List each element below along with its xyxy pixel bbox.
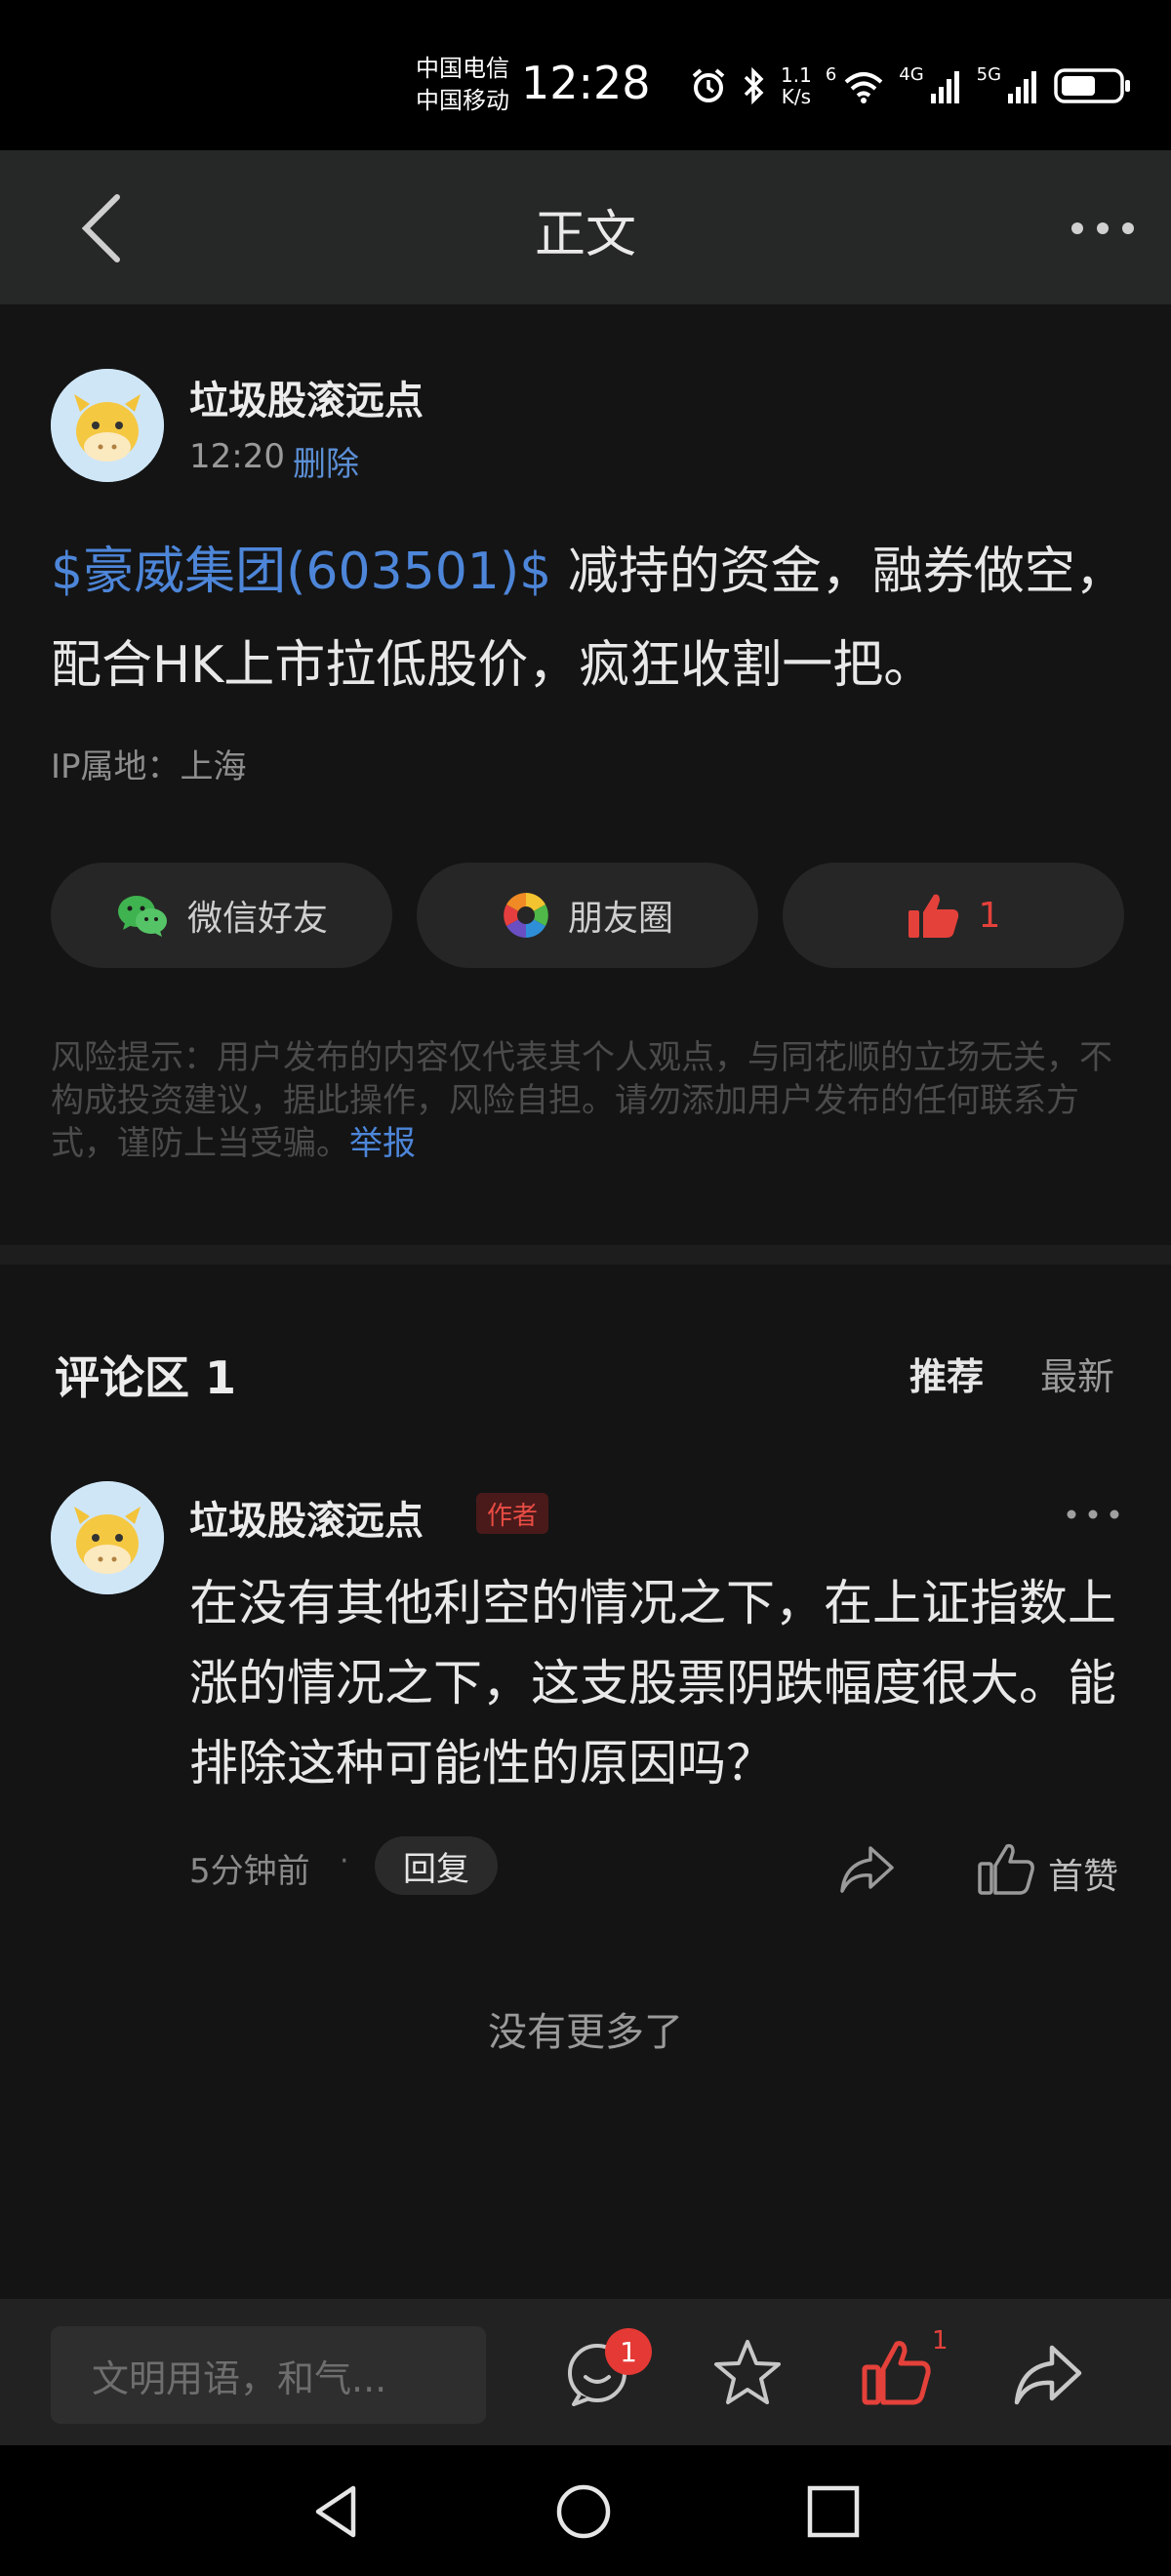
sort-recommended-tab[interactable]: 推荐 (909, 1347, 984, 1400)
star-icon (714, 2340, 781, 2404)
carrier-labels: 中国电信 中国移动 (416, 53, 509, 117)
moments-icon (504, 893, 548, 938)
ip-location: IP属地：上海 (51, 747, 247, 786)
wechat-icon (117, 896, 167, 937)
thumbs-up-icon (908, 894, 958, 938)
bottom-like-button[interactable] (857, 2334, 935, 2412)
comments-title: 评论区 1 (55, 1351, 237, 1404)
comment-text: 在没有其他利空的情况之下，在上证指数上涨的情况之下，这支股票阴跌幅度很大。能排除… (189, 1575, 1116, 1791)
thumbs-up-outline-icon (862, 2341, 931, 2405)
bottom-like-count: 1 (932, 2326, 949, 2355)
comment-avatar[interactable] (51, 1481, 164, 1594)
stock-tag-link[interactable]: $豪威集团(603501)$ (51, 543, 551, 601)
share-arrow-icon (840, 1846, 894, 1893)
bluetooth-icon (744, 66, 764, 105)
risk-text: 风险提示：用户发布的内容仅代表其个人观点，与同花顺的立场无关，不构成投资建议，据… (51, 1038, 1112, 1163)
sort-latest-tab[interactable]: 最新 (1040, 1347, 1114, 1400)
carrier-1: 中国电信 (416, 55, 509, 82)
wifi-label: 6 (825, 64, 837, 85)
comment-separator: · (340, 1844, 349, 1878)
top-navigation: 正文 (0, 150, 1171, 304)
reply-button[interactable]: 回复 (375, 1836, 498, 1895)
post-author-name[interactable]: 垃圾股滚远点 (189, 369, 424, 425)
share-moments-button[interactable]: 朋友圈 (417, 863, 758, 968)
report-link[interactable]: 举报 (349, 1124, 416, 1163)
author-badge: 作者 (476, 1493, 548, 1534)
signal-icon (1008, 71, 1037, 103)
cow-avatar-icon (51, 369, 164, 482)
section-divider (0, 1245, 1171, 1265)
avatar[interactable] (51, 369, 164, 482)
page-title: 正文 (534, 206, 636, 264)
post-content: $豪威集团(603501)$ 减持的资金，融券做空，配合HK上市拉低股价，疯狂收… (51, 525, 1134, 712)
more-button[interactable] (1064, 209, 1142, 248)
signal-2-label: 5G (976, 64, 1002, 85)
comment-like-button[interactable] (976, 1838, 1036, 1899)
like-button[interactable]: 1 (783, 863, 1124, 968)
signal-1-label: 4G (899, 64, 924, 85)
share-arrow-icon (1014, 2345, 1082, 2405)
carrier-2: 中国移动 (416, 87, 509, 114)
delete-link[interactable]: 删除 (293, 437, 359, 485)
favorite-button[interactable] (708, 2334, 787, 2412)
post-time: 12:20 (189, 437, 285, 476)
system-back-icon[interactable] (308, 2482, 367, 2541)
risk-notice: 风险提示：用户发布的内容仅代表其个人观点，与同花顺的立场无关，不构成投资建议，据… (51, 1036, 1134, 1165)
more-dots-icon (1067, 1509, 1119, 1519)
comment-share-button[interactable] (837, 1838, 898, 1899)
comment-input[interactable]: 文明用语，和气... (51, 2326, 486, 2424)
signal-icon (930, 71, 959, 103)
status-icons: 1.1 K/s 6 4G 5G (689, 59, 1132, 113)
battery-icon (1054, 68, 1131, 103)
net-speed: 1.1 K/s (781, 63, 812, 108)
share-moments-label: 朋友圈 (567, 899, 673, 939)
system-navigation-bar (0, 2445, 1171, 2576)
status-time: 12:28 (521, 57, 651, 109)
no-more-label: 没有更多了 (488, 2010, 683, 2055)
system-recents-icon[interactable] (804, 2482, 863, 2541)
like-count: 1 (978, 895, 1001, 936)
comment-count-badge: 1 (605, 2328, 652, 2375)
wifi-icon (844, 72, 883, 103)
share-wechat-label: 微信好友 (186, 899, 328, 939)
more-dots-icon (1071, 222, 1134, 234)
comment-more-button[interactable] (1064, 1497, 1122, 1532)
thumbs-up-outline-icon (978, 1843, 1034, 1895)
first-like-label[interactable]: 首赞 (1048, 1848, 1118, 1899)
comment-author-name[interactable]: 垃圾股滚远点 (189, 1489, 424, 1546)
comment-time: 5分钟前 (189, 1852, 310, 1891)
system-home-icon[interactable] (554, 2482, 613, 2541)
cow-avatar-icon (51, 1481, 164, 1594)
alarm-icon (692, 68, 725, 102)
bottom-action-bar: 文明用语，和气... 1 1 (0, 2299, 1171, 2445)
share-wechat-button[interactable]: 微信好友 (51, 863, 392, 968)
status-bar: 中国电信 中国移动 12:28 1.1 K/s 6 4G 5G (0, 0, 1171, 150)
bottom-share-button[interactable] (1009, 2334, 1087, 2412)
